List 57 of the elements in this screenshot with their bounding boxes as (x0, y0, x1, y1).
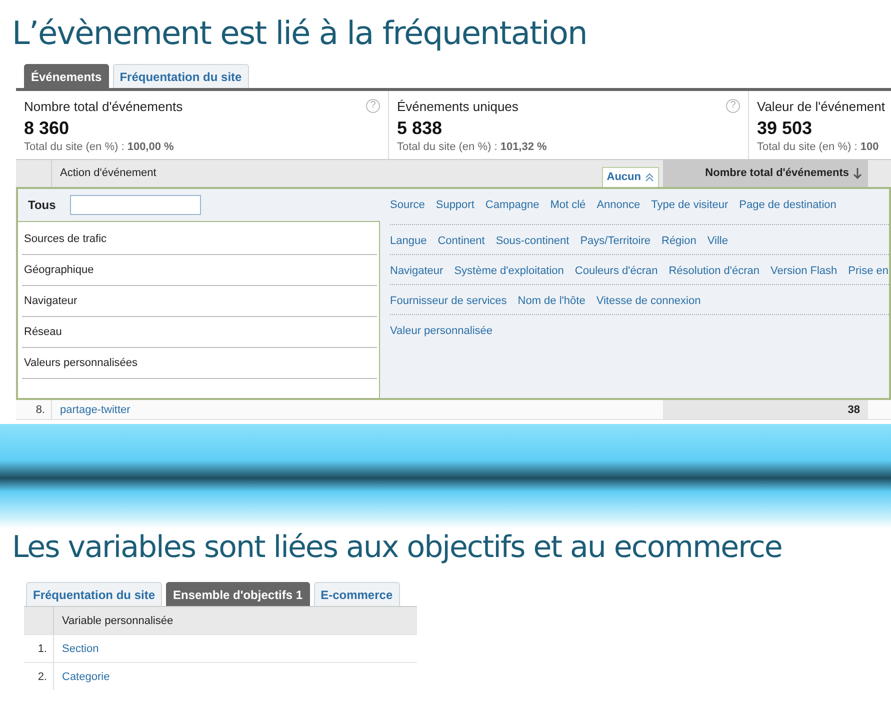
metric-share: Total du site (en %) : 100,00 % (24, 140, 175, 154)
dimension-link[interactable]: Mot clé (550, 197, 586, 214)
dimension-link[interactable]: Support (436, 197, 474, 214)
row-number: 8. (16, 400, 52, 419)
dimension-link[interactable]: Nom de l'hôte (518, 293, 586, 310)
page-heading: Les variables sont liées aux objectifs et au ecommerce (11, 529, 783, 566)
metric-label: Nombre total d'événements (24, 98, 183, 116)
column-header[interactable]: Action d'événement (60, 165, 156, 182)
dimension-link[interactable]: Prise en (848, 263, 889, 280)
page-heading: L’évènement est lié à la fréquentation (11, 13, 588, 52)
metric-share: Total du site (en %) : 101,32 % (397, 140, 548, 154)
metric-label: Événements uniques (397, 98, 518, 116)
category-item[interactable]: Géographique (22, 255, 377, 286)
dimension-link[interactable]: Version Flash (770, 263, 838, 280)
tab[interactable]: Événements (24, 64, 109, 88)
table-link[interactable]: partage-twitter (52, 400, 663, 419)
metric-label: Valeur de l'événement (757, 98, 885, 116)
dimension-link[interactable]: Ville (707, 233, 728, 250)
category-item[interactable]: Valeurs personnalisées (22, 348, 377, 379)
dimension-link[interactable]: Résolution d'écran (668, 263, 760, 280)
dimension-link[interactable]: Navigateur (390, 263, 444, 280)
dimension-link[interactable]: Sous-continent (496, 233, 570, 250)
tab[interactable]: Ensemble d'objectifs 1 (166, 582, 310, 606)
row-number: 2. (24, 663, 54, 690)
search-label: Tous (28, 197, 56, 214)
dimension-link[interactable]: Couleurs d'écran (574, 263, 658, 280)
tab[interactable]: Fréquentation du site (112, 64, 249, 88)
dimension-link[interactable]: Source (390, 197, 425, 214)
dimension-link[interactable]: Vitesse de connexion (596, 293, 701, 310)
category-item[interactable]: Sources de trafic (22, 224, 377, 255)
dimension-link[interactable]: Système d'exploitation (454, 263, 564, 280)
dimension-link[interactable]: Fournisseur de services (390, 293, 507, 310)
tab[interactable]: Fréquentation du site (26, 582, 162, 606)
table-link[interactable]: Section (54, 635, 99, 662)
search-field[interactable] (70, 195, 201, 215)
sort-down-icon (853, 168, 862, 179)
dimension-link[interactable]: Région (662, 233, 696, 250)
column-header[interactable]: Nombre total d'événements (663, 160, 868, 187)
table-link[interactable]: Categorie (54, 663, 110, 690)
dimension-link[interactable]: Valeur personnalisée (390, 323, 493, 340)
category-item[interactable]: Navigateur (22, 286, 377, 317)
dimension-dropdown[interactable]: Aucun (602, 167, 659, 187)
dimension-link[interactable]: Langue (390, 233, 427, 250)
dimension-link[interactable]: Pays/Territoire (580, 233, 650, 250)
metric-value: 8 360 (24, 116, 70, 138)
metric-value: 5 838 (397, 116, 444, 138)
dimension-link[interactable]: Campagne (485, 197, 540, 214)
metric-share: Total du site (en %) : 100 (757, 140, 880, 154)
dimension-link[interactable]: Type de visiteur (651, 197, 728, 214)
dimension-link[interactable]: Page de destination (739, 197, 836, 214)
dimension-link[interactable]: Continent (438, 233, 485, 250)
category-item[interactable]: Réseau (22, 317, 377, 348)
chevron-up-icon (645, 173, 654, 182)
tab[interactable]: E-commerce (314, 582, 400, 606)
metric-value: 39 503 (757, 116, 814, 138)
dimension-link[interactable]: Annonce (596, 197, 640, 214)
table-cell: 38 (663, 400, 868, 419)
